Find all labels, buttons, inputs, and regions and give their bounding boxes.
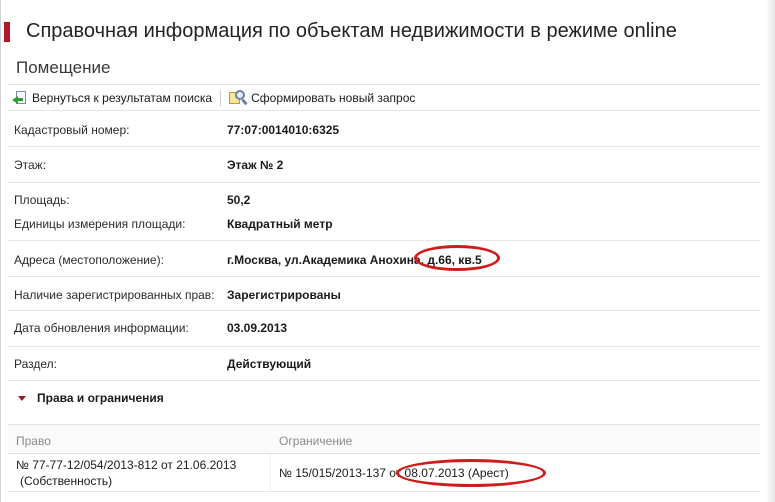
property-value: 03.09.2013 (227, 321, 288, 335)
table-row: № 77-77-12/054/2013-812 от 21.06.2013 (С… (8, 454, 760, 492)
property-row-area: Площадь: 50,2 Единицы измерения площади:… (8, 182, 760, 240)
property-row-floor: Этаж: Этаж № 2 (8, 146, 760, 182)
right-type: (Собственность) (20, 474, 113, 488)
column-header-right: Право (16, 434, 51, 448)
toolbar-separator (220, 89, 222, 106)
property-value: 50,2 (227, 193, 251, 207)
property-row-address: Адреса (местоположение): г.Москва, ул.Ак… (8, 240, 760, 276)
rights-section-toggle[interactable]: Права и ограничения (8, 380, 760, 416)
toolbar: Вернуться к результатам поиска Сформиров… (8, 84, 760, 110)
page-title: Справочная информация по объектам недвиж… (26, 20, 677, 42)
property-value: Действующий (227, 357, 312, 371)
property-value: Зарегистрированы (227, 288, 341, 302)
back-to-results-label: Вернуться к результатам поиска (32, 90, 213, 105)
property-value: Этаж № 2 (227, 158, 284, 172)
property-row-rights-registered: Наличие зарегистрированных прав: Зарегис… (8, 276, 760, 310)
column-divider (270, 454, 271, 492)
property-row-cadastral: Кадастровый номер: 77:07:0014010:6325 (8, 110, 760, 146)
property-row-section: Раздел: Действующий (8, 346, 760, 380)
restriction-value: № 15/015/2013-137 от 08.07.2013 (Арест) (279, 466, 509, 480)
property-row-update-date: Дата обновления информации: 03.09.2013 (8, 310, 760, 346)
right-number: № 77-77-12/054/2013-812 от 21.06.2013 (16, 458, 237, 472)
title-accent-bar (4, 22, 10, 42)
new-query-label: Сформировать новый запрос (251, 90, 416, 105)
property-label: Единицы измерения площади: (14, 217, 186, 231)
back-to-results-button[interactable]: Вернуться к результатам поиска (8, 88, 216, 108)
triangle-down-icon (18, 396, 26, 401)
property-value: г.Москва, ул.Академика Анохина, д.66, кв… (227, 253, 482, 267)
section-title: Помещение (16, 58, 111, 77)
property-label: Раздел: (14, 357, 57, 371)
search-document-icon (229, 89, 248, 106)
property-label: Наличие зарегистрированных прав: (14, 288, 215, 302)
property-label: Этаж: (14, 158, 47, 172)
column-header-restriction: Ограничение (279, 434, 353, 448)
new-query-button[interactable]: Сформировать новый запрос (225, 88, 419, 108)
rights-table-header: Право Ограничение (8, 424, 760, 454)
property-label: Дата обновления информации: (14, 321, 189, 335)
property-value: Квадратный метр (227, 217, 333, 231)
property-label: Кадастровый номер: (14, 123, 130, 137)
back-arrow-icon (12, 90, 28, 106)
rights-section-title: Права и ограничения (37, 391, 164, 405)
property-label: Адреса (местоположение): (14, 253, 164, 267)
property-label: Площадь: (14, 193, 70, 207)
right-edge-shadow (765, 0, 775, 502)
property-value: 77:07:0014010:6325 (227, 123, 340, 137)
